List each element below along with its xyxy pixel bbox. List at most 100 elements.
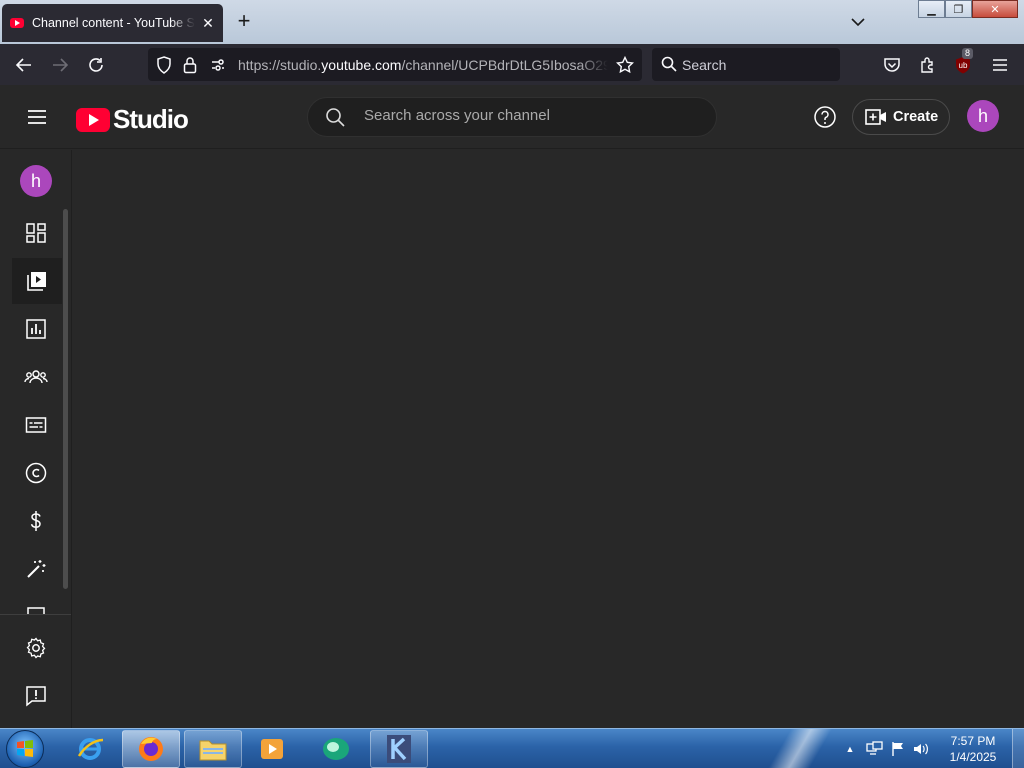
browser-search-box[interactable]: Search	[652, 48, 840, 81]
forward-button[interactable]	[47, 52, 73, 78]
clock-time: 7:57 PM	[950, 734, 996, 748]
volume-icon[interactable]	[912, 741, 930, 757]
tab-title: Channel content - YouTube Studio	[32, 16, 195, 30]
address-bar[interactable]: https://studio.youtube.com/channel/UCPBd…	[148, 48, 642, 81]
copyright-icon	[25, 462, 47, 484]
sidebar-item-settings[interactable]	[10, 625, 62, 671]
browser-toolbar: https://studio.youtube.com/channel/UCPBd…	[0, 44, 1024, 85]
network-icon[interactable]	[866, 741, 884, 757]
folder-icon	[199, 740, 227, 761]
k-app-icon	[387, 735, 411, 763]
show-desktop-button[interactable]	[1012, 729, 1024, 768]
taskbar-app-green[interactable]	[316, 732, 356, 766]
taskbar-file-explorer[interactable]	[184, 730, 242, 768]
browser-search-label: Search	[682, 57, 727, 73]
taskbar-firefox[interactable]	[122, 730, 180, 768]
sidebar-item-community[interactable]	[10, 354, 62, 400]
taskbar-media-player[interactable]	[252, 732, 292, 766]
studio-logo[interactable]: Studio	[76, 104, 189, 135]
dashboard-icon	[26, 223, 46, 243]
sidebar-divider	[0, 614, 71, 615]
studio-logo-text: Studio	[113, 104, 189, 134]
sidebar-item-content[interactable]	[12, 258, 62, 304]
taskbar-clock[interactable]: 7:57 PM 1/4/2025	[936, 733, 1010, 765]
windows-taskbar: ▲ 7:57 PM 1/4/2025	[0, 728, 1024, 768]
sidebar-item-subtitles[interactable]	[10, 402, 62, 448]
search-icon	[326, 108, 345, 127]
url-domain: youtube.com	[321, 57, 402, 73]
channel-search-input[interactable]	[364, 107, 684, 124]
reload-button[interactable]	[83, 52, 109, 78]
start-button[interactable]	[6, 730, 44, 768]
subtitles-icon	[25, 417, 47, 433]
feedback-icon	[26, 686, 46, 707]
sidebar-item-customization[interactable]	[10, 546, 62, 592]
url-text: https://studio.youtube.com/channel/UCPBd…	[238, 57, 608, 73]
list-all-tabs-button[interactable]	[846, 10, 870, 34]
extension-badge: 8	[962, 48, 974, 59]
close-tab-icon[interactable]: ✕	[201, 15, 215, 32]
sidebar-item-feedback[interactable]	[10, 673, 62, 719]
youtube-favicon-icon	[10, 18, 24, 28]
browser-menu-button[interactable]	[987, 52, 1013, 78]
arrow-left-icon	[15, 58, 31, 72]
back-button[interactable]	[11, 52, 37, 78]
browser-tab-active[interactable]: Channel content - YouTube Studio ✕	[2, 4, 223, 42]
minimize-window-button[interactable]: ▁	[918, 0, 945, 18]
close-window-button[interactable]: ✕	[972, 0, 1018, 18]
sidebar-item-copyright[interactable]	[10, 450, 62, 496]
studio-header: Studio Create	[0, 85, 1024, 149]
new-tab-button[interactable]: +	[232, 10, 256, 34]
sidebar-item-partial	[26, 606, 46, 614]
create-button[interactable]: Create	[852, 99, 950, 135]
sidebar-scrollbar[interactable]	[63, 209, 68, 589]
url-path: /channel/UCPBdrDtLG5IbosaO29	[401, 57, 608, 73]
taskbar-internet-explorer[interactable]	[70, 732, 110, 766]
create-video-icon	[865, 109, 886, 125]
internet-explorer-icon	[77, 738, 104, 760]
browser-tab-strip: Channel content - YouTube Studio ✕ + ▁ ❐…	[0, 0, 1024, 44]
shield-icon[interactable]	[156, 56, 172, 74]
account-avatar[interactable]: h	[967, 100, 999, 132]
taskbar-glow	[760, 729, 840, 768]
media-player-icon	[261, 739, 283, 759]
help-button[interactable]	[813, 105, 837, 129]
clock-date: 1/4/2025	[949, 750, 997, 764]
pocket-icon	[884, 58, 900, 72]
permissions-icon[interactable]	[210, 57, 226, 73]
search-icon	[661, 56, 677, 72]
hamburger-menu-icon	[28, 110, 46, 124]
window-controls: ▁ ❐ ✕	[918, 0, 1018, 18]
analytics-icon	[26, 319, 46, 339]
system-tray: ▲	[842, 729, 930, 768]
action-center-flag-icon[interactable]	[890, 741, 906, 757]
reload-icon	[89, 58, 103, 72]
lock-icon[interactable]	[183, 56, 197, 74]
chevron-down-icon	[851, 18, 865, 27]
studio-menu-button[interactable]	[26, 107, 48, 127]
audio-library-icon	[27, 607, 45, 614]
channel-content-area	[72, 150, 1024, 728]
pocket-button[interactable]	[879, 52, 905, 78]
sidebar-item-dashboard[interactable]	[10, 210, 62, 256]
firefox-icon	[139, 737, 163, 761]
studio-sidebar: h	[0, 150, 72, 728]
show-hidden-icons-button[interactable]: ▲	[842, 744, 858, 754]
content-icon	[27, 272, 46, 291]
gear-icon	[26, 637, 46, 659]
create-label: Create	[893, 109, 939, 125]
magic-wand-icon	[27, 560, 46, 578]
bookmark-star-icon[interactable]	[616, 56, 634, 74]
community-icon	[24, 370, 48, 384]
ublock-extension-button[interactable]: ub 8	[950, 48, 976, 78]
windows-logo-icon	[17, 740, 33, 757]
channel-search-box[interactable]	[307, 97, 717, 137]
taskbar-app-k[interactable]	[370, 730, 428, 768]
restore-window-button[interactable]: ❐	[945, 0, 972, 18]
hamburger-menu-icon	[993, 59, 1007, 71]
channel-avatar[interactable]: h	[20, 165, 52, 197]
youtube-logo-icon	[76, 107, 110, 132]
sidebar-item-analytics[interactable]	[10, 306, 62, 352]
extensions-button[interactable]	[915, 52, 941, 78]
sidebar-item-earn[interactable]	[10, 498, 62, 544]
